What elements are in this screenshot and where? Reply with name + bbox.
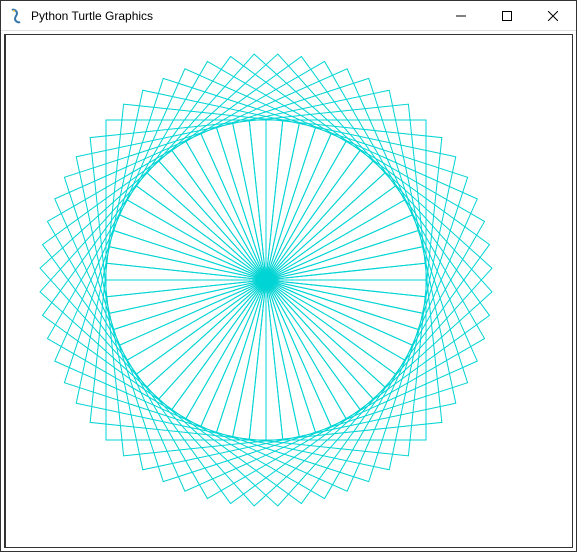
app-icon [9,8,25,24]
app-window: Python Turtle Graphics [0,0,577,552]
canvas-area [4,34,573,548]
maximize-button[interactable] [484,1,530,30]
titlebar: Python Turtle Graphics [1,1,576,31]
window-title: Python Turtle Graphics [31,9,438,23]
turtle-drawing [6,35,573,548]
canvas-frame [1,31,576,551]
minimize-button[interactable] [438,1,484,30]
window-controls [438,1,576,30]
close-button[interactable] [530,1,576,30]
